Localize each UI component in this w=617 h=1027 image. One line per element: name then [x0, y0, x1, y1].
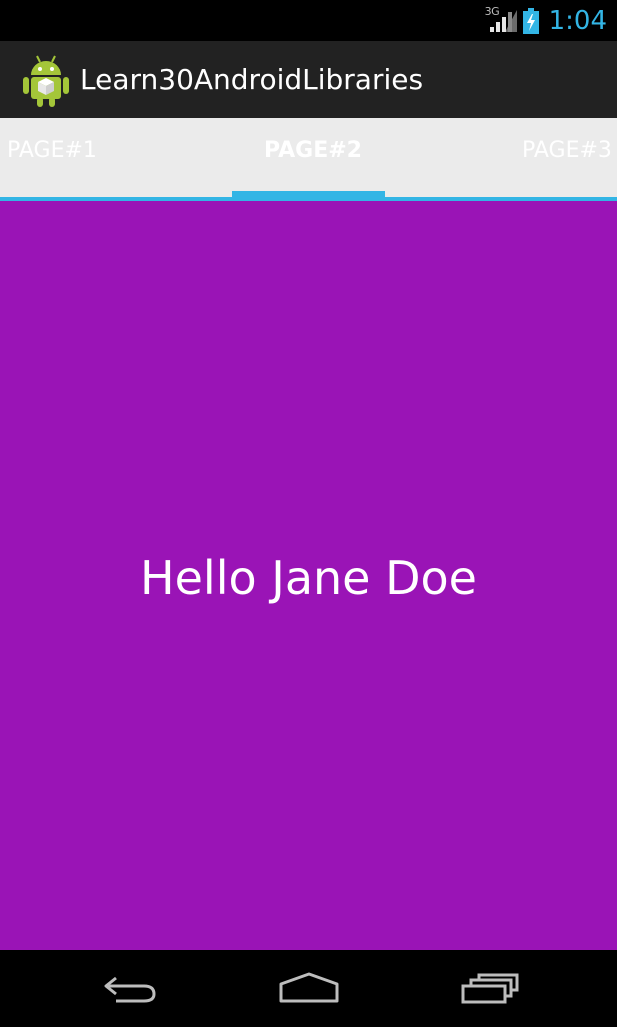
- home-icon[interactable]: [274, 968, 344, 1008]
- navigation-bar: [0, 950, 617, 1027]
- tab-page-3[interactable]: PAGE#3: [522, 138, 612, 163]
- tab-page-1[interactable]: PAGE#1: [7, 138, 97, 163]
- signal-icon: 3G: [485, 0, 517, 41]
- greeting-text: Hello Jane Doe: [140, 551, 477, 605]
- android-app-icon[interactable]: [23, 53, 69, 107]
- tab-strip: PAGE#1 PAGE#2 PAGE#3: [0, 118, 617, 201]
- app-title: Learn30AndroidLibraries: [80, 63, 424, 96]
- action-bar: Learn30AndroidLibraries: [0, 41, 617, 118]
- status-bar: 3G 1:04: [0, 0, 617, 41]
- page-content[interactable]: Hello Jane Doe: [0, 201, 617, 950]
- status-icons: 3G 1:04: [485, 0, 607, 41]
- recents-icon[interactable]: [455, 968, 525, 1008]
- battery-charging-icon: [522, 7, 539, 34]
- tab-page-2[interactable]: PAGE#2: [264, 138, 362, 163]
- back-icon[interactable]: [96, 968, 166, 1008]
- status-clock: 1:04: [548, 5, 607, 36]
